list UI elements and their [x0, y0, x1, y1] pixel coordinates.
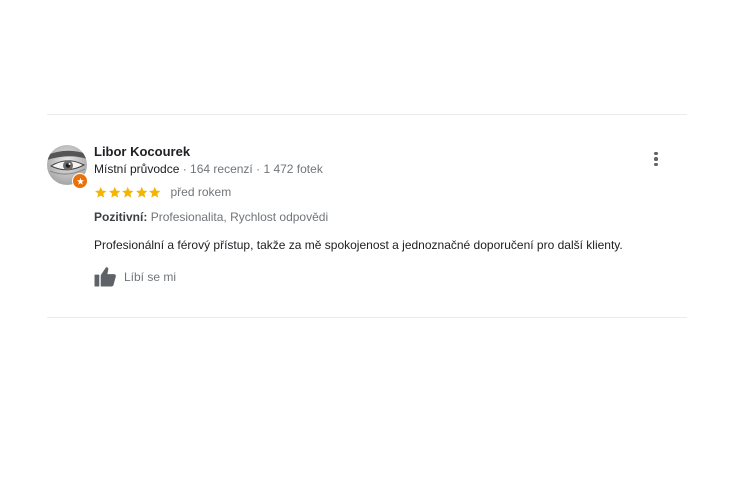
more-vert-icon: [654, 157, 658, 161]
review-card: Libor Kocourek Místní průvodce · 164 rec…: [47, 140, 687, 310]
review-text: Profesionální a férový přístup, takže za…: [94, 238, 623, 252]
thumb-up-icon: [94, 267, 116, 287]
rating-row: před rokem: [94, 185, 231, 199]
author-reviews-count: 164 recenzí: [190, 162, 253, 176]
author-role: Místní průvodce: [94, 162, 180, 176]
more-options-button[interactable]: [649, 150, 663, 168]
star-icon: [149, 186, 161, 198]
author-name[interactable]: Libor Kocourek: [94, 144, 190, 159]
star-icon: [135, 186, 147, 198]
star-icon: [95, 186, 107, 198]
review-attributes: Pozitivní: Profesionalita, Rychlost odpo…: [94, 210, 328, 224]
bottom-divider: [47, 317, 687, 318]
star-icon: [122, 186, 134, 198]
local-guide-badge-icon: [72, 173, 88, 189]
avatar[interactable]: [47, 145, 88, 189]
attributes-value: Profesionalita, Rychlost odpovědi: [150, 210, 329, 224]
like-button[interactable]: Líbí se mi: [94, 266, 176, 287]
more-vert-icon: [654, 162, 658, 167]
author-meta[interactable]: Místní průvodce · 164 recenzí · 1 472 fo…: [94, 162, 323, 176]
more-vert-icon: [654, 151, 658, 156]
star-icon: [108, 186, 120, 198]
meta-separator: ·: [252, 162, 264, 176]
meta-separator: ·: [179, 162, 191, 176]
star-rating: [94, 186, 162, 199]
attributes-label: Pozitivní:: [94, 210, 148, 224]
review-time: před rokem: [170, 185, 232, 199]
top-divider: [47, 114, 687, 115]
like-label: Líbí se mi: [124, 269, 177, 284]
author-photos-count: 1 472 fotek: [263, 162, 323, 176]
